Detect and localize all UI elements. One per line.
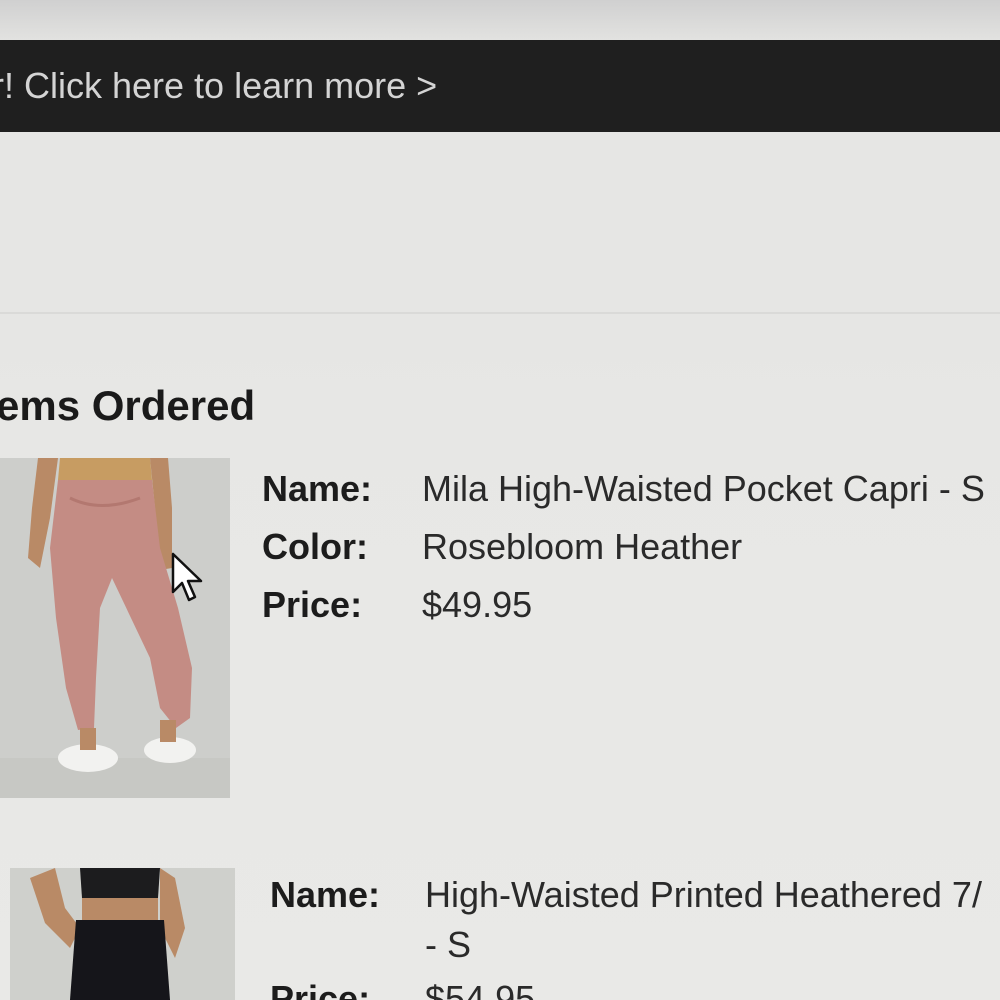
items-ordered-heading: tems Ordered [0,382,256,429]
color-label: Color: [262,526,368,567]
item-1-color-row: Color: Rosebloom Heather [262,526,742,568]
header-spacer [0,132,1000,312]
item-price: $54.95 [425,978,536,1000]
product-image-black-leggings[interactable] [10,868,235,1000]
name-label: Name: [270,874,381,915]
price-label: Price: [262,584,363,625]
item-name: Mila High-Waisted Pocket Capri - S [422,468,985,509]
item-color: Rosebloom Heather [422,526,743,567]
promo-banner-link[interactable]: r! Click here to learn more > [0,40,1000,132]
order-confirmation-page: r! Click here to learn more > tems Order… [0,0,1000,1000]
mouse-pointer-icon [171,552,203,602]
item-name-line2: - S [425,924,472,965]
section-divider [0,312,1000,314]
item-2-price-row: Price: $54.95 [270,978,535,1000]
item-name: High-Waisted Printed Heathered 7/ [425,874,982,915]
pink-leggings-icon [0,458,230,798]
promo-banner-text: r! Click here to learn more > [0,65,438,106]
item-2-name-continuation: - S [425,924,471,966]
item-price: $49.95 [422,584,533,625]
name-label: Name: [262,468,373,509]
black-leggings-icon [10,868,235,1000]
item-2-name-row: Name: High-Waisted Printed Heathered 7/ [270,874,982,916]
price-label: Price: [270,978,371,1000]
item-1-name-row: Name: Mila High-Waisted Pocket Capri - S [262,468,985,510]
item-1-price-row: Price: $49.95 [262,584,532,626]
screen-top-edge [0,0,1000,40]
product-image-pink-leggings[interactable] [0,458,230,798]
